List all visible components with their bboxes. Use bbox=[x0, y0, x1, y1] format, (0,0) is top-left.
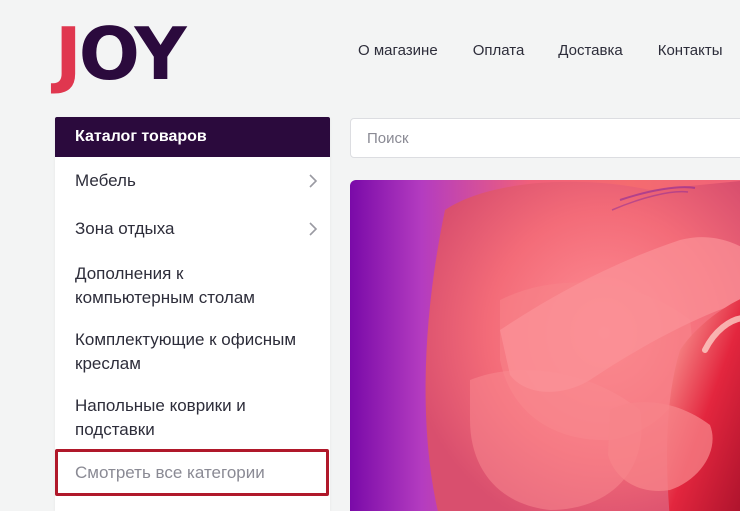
catalog-item-chair-parts[interactable]: Комплектующие к офисным креслам bbox=[55, 328, 330, 376]
catalog-item-label: Напольные коврики и подставки bbox=[75, 396, 246, 439]
chevron-right-icon bbox=[309, 222, 318, 236]
view-all-categories-link[interactable]: Смотреть все категории bbox=[55, 449, 329, 496]
logo-letters-oy: OY bbox=[78, 12, 187, 96]
logo[interactable]: J OY bbox=[55, 18, 187, 90]
catalog-item-furniture[interactable]: Мебель bbox=[55, 169, 330, 193]
catalog-item-label: Комплектующие к офисным креслам bbox=[75, 330, 297, 373]
banner-image bbox=[425, 181, 740, 511]
catalog-item-floor-mats[interactable]: Напольные коврики и подставки bbox=[55, 394, 295, 442]
search-input[interactable] bbox=[351, 119, 740, 157]
nav-link-delivery[interactable]: Доставка bbox=[558, 42, 622, 59]
catalog-title: Каталог товаров bbox=[55, 117, 330, 157]
logo-letter-j: J bbox=[55, 12, 82, 96]
catalog-item-desk-addons[interactable]: Дополнения к компьютерным столам bbox=[55, 262, 305, 310]
catalog-item-label: Дополнения к компьютерным столам bbox=[75, 264, 255, 307]
chevron-right-icon bbox=[309, 174, 318, 188]
top-navigation: О магазине Оплата Доставка Контакты bbox=[358, 42, 723, 59]
promo-banner[interactable] bbox=[350, 180, 740, 511]
nav-link-contacts[interactable]: Контакты bbox=[658, 42, 723, 59]
catalog-item-label: Мебель bbox=[75, 171, 136, 190]
catalog-item-leisure[interactable]: Зона отдыха bbox=[55, 217, 330, 241]
search-bar bbox=[350, 118, 740, 158]
catalog-sidebar: Каталог товаров Мебель Зона отдыха Допол… bbox=[55, 117, 330, 511]
nav-link-payment[interactable]: Оплата bbox=[473, 42, 525, 59]
catalog-item-label: Зона отдыха bbox=[75, 219, 175, 238]
nav-link-about[interactable]: О магазине bbox=[358, 42, 438, 59]
